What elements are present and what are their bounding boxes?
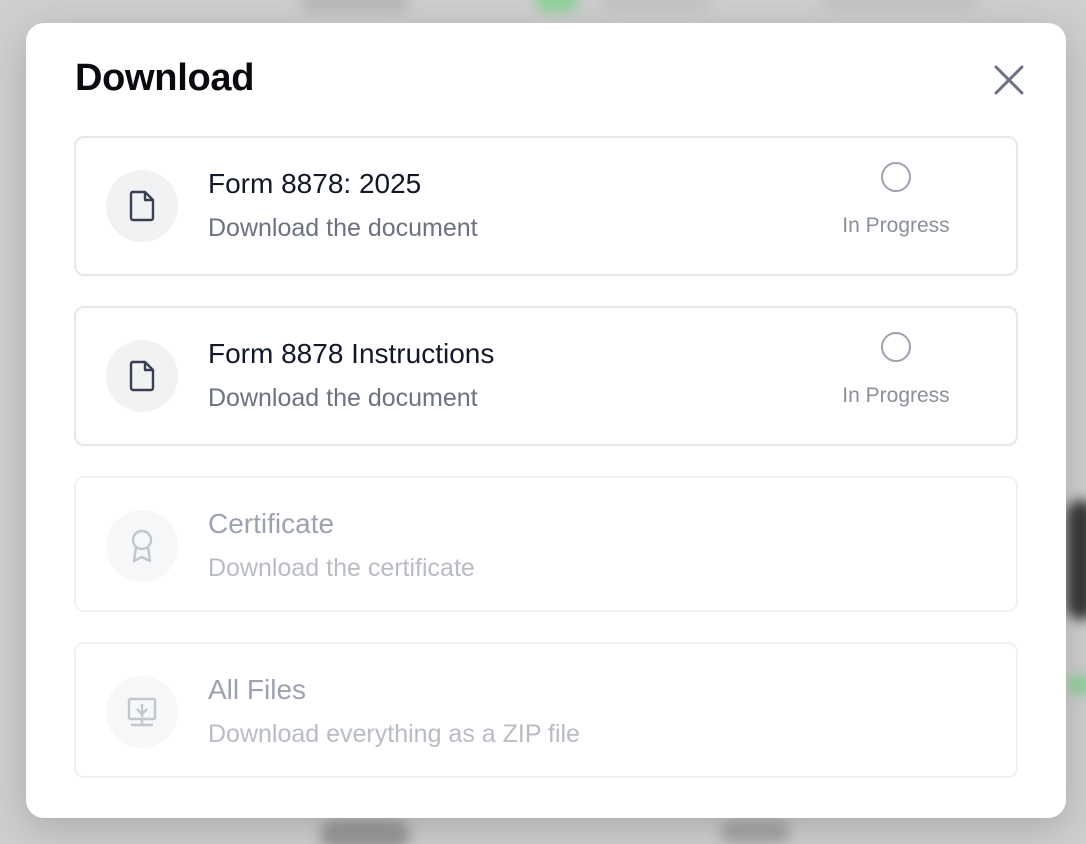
- status-text: In Progress: [842, 214, 950, 237]
- archive-icon: [106, 676, 178, 748]
- close-icon: [994, 65, 1024, 95]
- document-icon: [106, 340, 178, 412]
- backdrop-shape: [320, 820, 410, 844]
- download-option-form-8878[interactable]: Form 8878: 2025 Download the document In…: [74, 136, 1018, 276]
- option-title: All Files: [208, 674, 307, 705]
- status-indicator: In Progress: [834, 332, 958, 408]
- progress-ring-icon: [881, 162, 911, 192]
- option-title: Form 8878: 2025: [208, 168, 422, 199]
- award-ribbon-icon: [106, 510, 178, 582]
- download-modal: Download Form 8878: 2025 Download the do…: [26, 23, 1066, 818]
- document-icon: [106, 170, 178, 242]
- download-options-list: Form 8878: 2025 Download the document In…: [74, 136, 1018, 808]
- download-option-all-files: All Files Download everything as a ZIP f…: [74, 642, 1018, 778]
- option-subtitle: Download everything as a ZIP file: [208, 720, 580, 748]
- status-text: In Progress: [842, 384, 950, 407]
- backdrop-shape: [1066, 500, 1086, 620]
- backdrop-shape: [535, 0, 579, 12]
- option-title: Certificate: [208, 508, 335, 539]
- backdrop-shape: [300, 0, 410, 12]
- backdrop-shape: [820, 0, 980, 10]
- status-indicator: In Progress: [834, 162, 958, 238]
- backdrop-shape: [1068, 675, 1086, 695]
- option-subtitle: Download the certificate: [208, 554, 475, 582]
- option-subtitle: Download the document: [208, 384, 478, 412]
- backdrop-shape: [600, 0, 710, 10]
- modal-title: Download: [75, 57, 255, 99]
- download-option-certificate: Certificate Download the certificate: [74, 476, 1018, 612]
- option-subtitle: Download the document: [208, 214, 478, 242]
- backdrop-shape: [720, 820, 790, 844]
- option-title: Form 8878 Instructions: [208, 338, 495, 369]
- close-button[interactable]: [988, 59, 1030, 101]
- progress-ring-icon: [881, 332, 911, 362]
- download-option-form-8878-instructions[interactable]: Form 8878 Instructions Download the docu…: [74, 306, 1018, 446]
